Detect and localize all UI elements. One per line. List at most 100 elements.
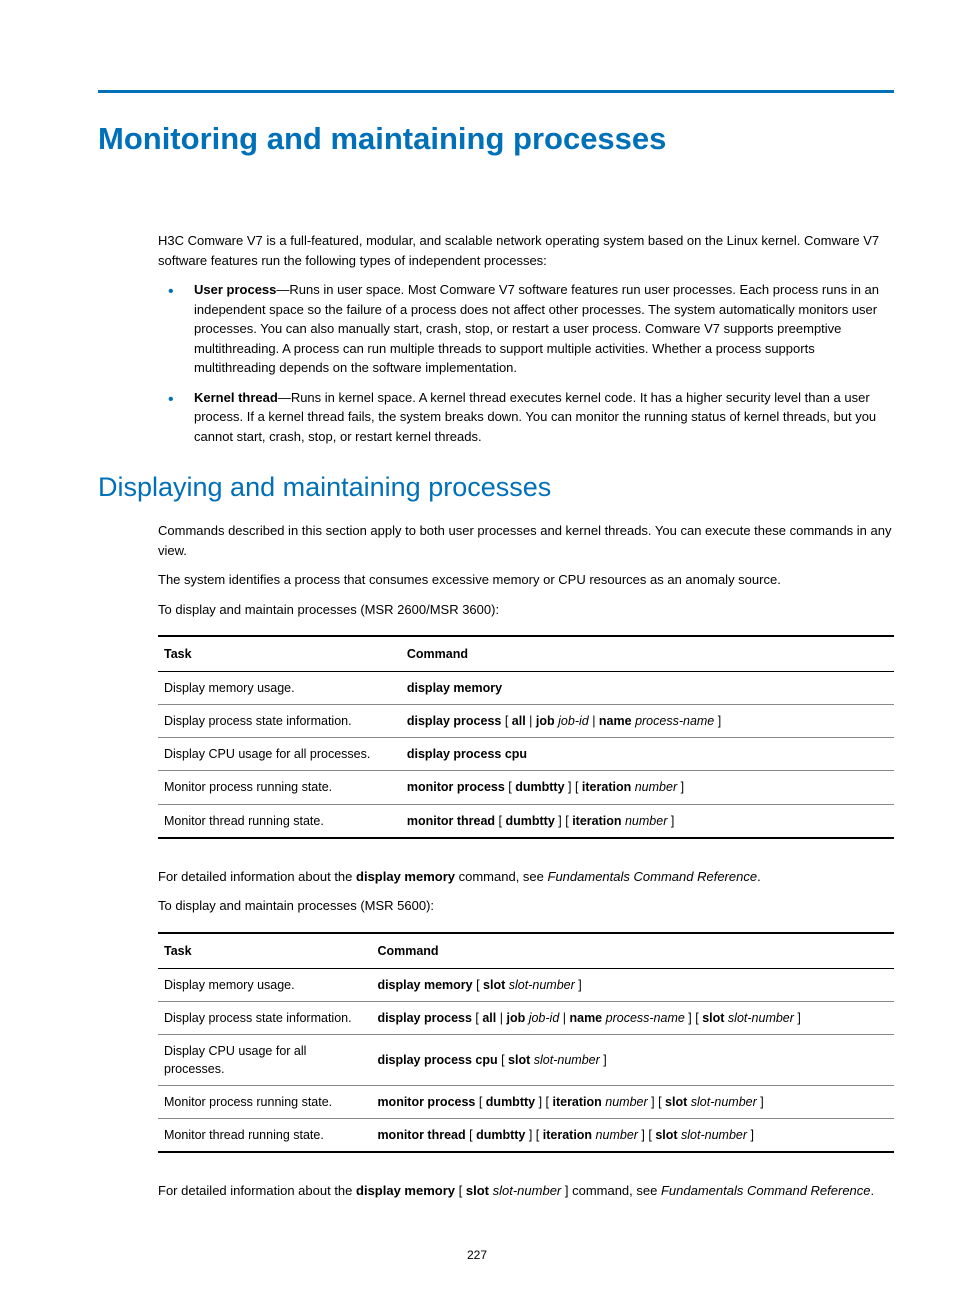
italic-text: process-name [635, 714, 714, 728]
task-cell: Display process state information. [158, 1001, 371, 1034]
bold-text: display process [407, 714, 502, 728]
bullet-list: User process—Runs in user space. Most Co… [158, 280, 894, 446]
bold-text: name [599, 714, 632, 728]
page-title: Monitoring and maintaining processes [98, 121, 894, 157]
bold-text: slot [466, 1183, 489, 1198]
bold-text: slot [483, 978, 505, 992]
table-row: Monitor process running state.monitor pr… [158, 1086, 894, 1119]
bold-text: name [569, 1011, 602, 1025]
italic-text: Fundamentals Command Reference [661, 1183, 871, 1198]
bold-text: slot [702, 1011, 724, 1025]
bold-text: display memory [356, 869, 455, 884]
bold-text: slot [508, 1053, 530, 1067]
bold-text: display process [377, 1011, 472, 1025]
bullet-label: User process [194, 282, 276, 297]
table-row: Display CPU usage for all processes.disp… [158, 1034, 894, 1085]
italic-text: slot-number [691, 1095, 757, 1109]
bold-text: iteration [572, 814, 621, 828]
bold-text: dumbtty [515, 780, 564, 794]
task-cell: Display CPU usage for all processes. [158, 1034, 371, 1085]
list-item: Kernel thread—Runs in kernel space. A ke… [158, 388, 894, 447]
bold-text: job [536, 714, 555, 728]
table-row: Monitor process running state.monitor pr… [158, 771, 894, 804]
italic-text: Fundamentals Command Reference [548, 869, 758, 884]
italic-text: slot-number [509, 978, 575, 992]
bold-text: all [512, 714, 526, 728]
italic-text: job-id [558, 714, 589, 728]
body-paragraph: For detailed information about the displ… [158, 867, 894, 887]
bold-text: display process cpu [377, 1053, 497, 1067]
command-cell: display process [ all | job job-id | nam… [401, 705, 894, 738]
bold-text: slot [655, 1128, 677, 1142]
bold-text: iteration [543, 1128, 592, 1142]
table-row: Display process state information.displa… [158, 705, 894, 738]
table-row: Display memory usage. display memory [158, 672, 894, 705]
bold-text: dumbtty [506, 814, 555, 828]
section-heading: Displaying and maintaining processes [98, 472, 894, 503]
bold-text: iteration [582, 780, 631, 794]
command-table-1: Task Command Display memory usage.displa… [158, 635, 894, 839]
task-cell: Monitor thread running state. [158, 804, 401, 838]
command-cell: display process cpu [ slot slot-number ] [371, 1034, 894, 1085]
task-cell: Display CPU usage for all processes. [158, 738, 401, 771]
table-row: Monitor thread running state.monitor thr… [158, 804, 894, 838]
task-cell: Display memory usage. [158, 672, 401, 705]
italic-text: slot-number [728, 1011, 794, 1025]
command-cell: monitor thread [ dumbtty ] [ iteration n… [371, 1119, 894, 1153]
table-header-command: Command [401, 636, 894, 672]
table-header-row: Task Command [158, 636, 894, 672]
table-header-task: Task [158, 933, 371, 969]
intro-text: H3C Comware V7 is a full-featured, modul… [158, 231, 894, 270]
italic-text: number [635, 780, 677, 794]
command-cell: display process [ all | job job-id | nam… [371, 1001, 894, 1034]
bold-text: dumbtty [476, 1128, 525, 1142]
bold-text: display memory [377, 978, 472, 992]
bold-text: iteration [552, 1095, 601, 1109]
bold-text: dumbtty [486, 1095, 535, 1109]
bullet-label: Kernel thread [194, 390, 278, 405]
task-cell: Monitor process running state. [158, 771, 401, 804]
italic-text: slot-number [534, 1053, 600, 1067]
bold-text: monitor thread [407, 814, 495, 828]
table-row: Display memory usage.display memory [ sl… [158, 968, 894, 1001]
bold-text: monitor process [407, 780, 505, 794]
table-row: Monitor thread running state.monitor thr… [158, 1119, 894, 1153]
italic-text: process-name [606, 1011, 685, 1025]
italic-text: number [605, 1095, 647, 1109]
document-page: Monitoring and maintaining processes H3C… [0, 0, 954, 1251]
italic-text: number [625, 814, 667, 828]
italic-text: slot-number [681, 1128, 747, 1142]
italic-text: number [596, 1128, 638, 1142]
command-table-2: Task Command Display memory usage.displa… [158, 932, 894, 1154]
bold-text: display memory [356, 1183, 455, 1198]
command-cell: monitor process [ dumbtty ] [ iteration … [401, 771, 894, 804]
task-cell: Display memory usage. [158, 968, 371, 1001]
command-cell: monitor thread [ dumbtty ] [ iteration n… [401, 804, 894, 838]
italic-text: slot-number [493, 1183, 562, 1198]
bold-text: monitor thread [377, 1128, 465, 1142]
bold-text: display process cpu [407, 747, 527, 761]
bold-text: all [482, 1011, 496, 1025]
table-header-task: Task [158, 636, 401, 672]
italic-text: job-id [529, 1011, 560, 1025]
task-cell: Monitor process running state. [158, 1086, 371, 1119]
page-number: 227 [0, 1248, 954, 1262]
task-cell: Display process state information. [158, 705, 401, 738]
task-cell: Monitor thread running state. [158, 1119, 371, 1153]
body-paragraph: The system identifies a process that con… [158, 570, 894, 590]
command-cell: display process cpu [401, 738, 894, 771]
body-paragraph: To display and maintain processes (MSR 2… [158, 600, 894, 620]
table-header-command: Command [371, 933, 894, 969]
bold-text: display memory [407, 681, 502, 695]
command-cell: display memory [ slot slot-number ] [371, 968, 894, 1001]
bold-text: job [506, 1011, 525, 1025]
body-paragraph: For detailed information about the displ… [158, 1181, 894, 1201]
table-row: Display process state information.displa… [158, 1001, 894, 1034]
bold-text: monitor process [377, 1095, 475, 1109]
command-cell: display memory [401, 672, 894, 705]
table-row: Display CPU usage for all processes. disp… [158, 738, 894, 771]
body-paragraph: To display and maintain processes (MSR 5… [158, 896, 894, 916]
table-header-row: Task Command [158, 933, 894, 969]
command-cell: monitor process [ dumbtty ] [ iteration … [371, 1086, 894, 1119]
body-paragraph: Commands described in this section apply… [158, 521, 894, 560]
